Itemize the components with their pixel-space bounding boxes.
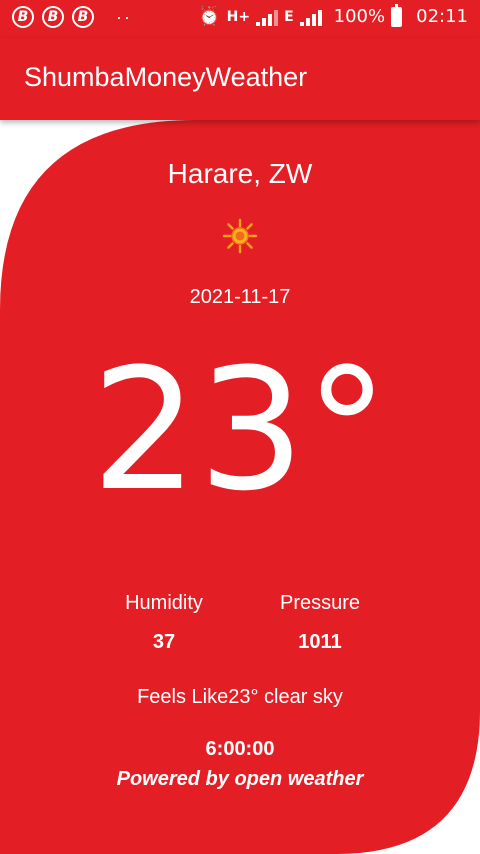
feels-like-text: Feels Like23° clear sky <box>137 686 343 708</box>
status-left-icons: B B B ·· <box>12 6 132 28</box>
pressure-value: 1011 <box>298 631 342 653</box>
city-name: Harare, ZW <box>167 158 313 189</box>
pressure-label: Pressure <box>279 592 361 614</box>
powered-by-text: Powered by open weather <box>116 768 364 790</box>
humidity-label: Humidity <box>125 592 203 614</box>
clock: 02:11 <box>416 6 468 27</box>
humidity-block: Humidity 37 <box>104 592 224 654</box>
forecast-date: 2021-11-17 <box>189 286 291 308</box>
battery-icon <box>391 3 403 27</box>
app-bar: ShumbaMoneyWeather <box>0 38 480 120</box>
temperature: 23° <box>91 332 389 528</box>
more-notifications-icon: ·· <box>116 6 132 27</box>
forecast-time: 6:00:00 <box>205 738 275 760</box>
weather-card: Harare, ZW 2021-11-17 23° Humidity 37 Pr… <box>0 120 480 854</box>
status-right: ⏰ H+ E 100% 02:11 <box>198 3 468 27</box>
humidity-value: 37 <box>152 631 176 653</box>
network-type-2: E <box>284 8 294 25</box>
b-icon: B <box>72 6 94 28</box>
alarm-icon: ⏰ <box>198 6 221 27</box>
sun-icon <box>222 218 258 254</box>
b-icon: B <box>12 6 34 28</box>
pressure-block: Pressure 1011 <box>260 592 380 654</box>
signal-icon-2 <box>299 8 322 26</box>
battery-percent: 100% <box>333 6 386 27</box>
b-icon: B <box>42 6 64 28</box>
status-bar: B B B ·· ⏰ H+ E 100% 02:11 <box>0 0 480 38</box>
network-type-1: H+ <box>226 8 251 25</box>
app-title: ShumbaMoneyWeather <box>24 62 308 92</box>
signal-icon <box>256 8 279 26</box>
